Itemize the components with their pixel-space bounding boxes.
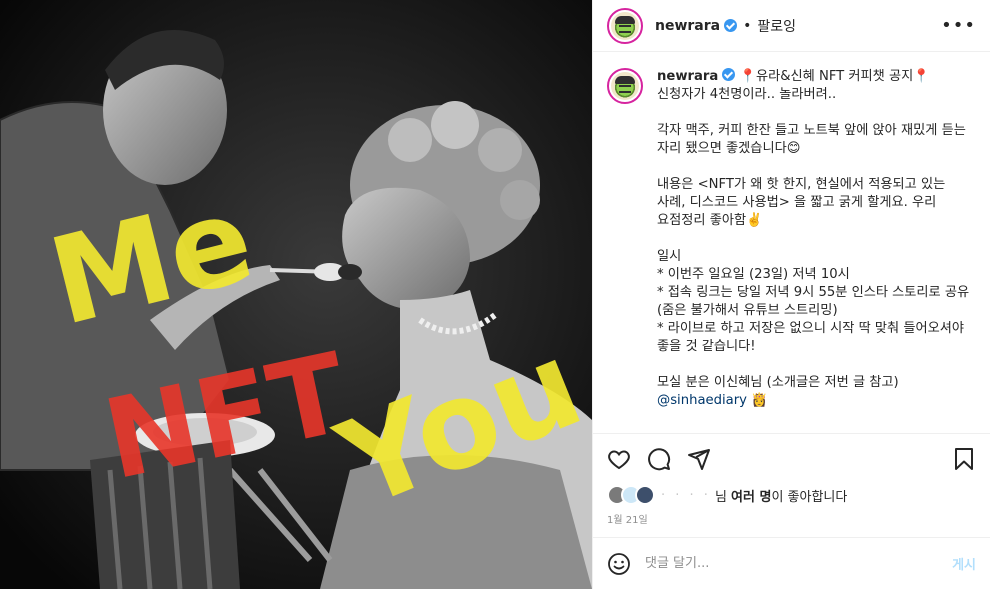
post-dialog: Me NFT You newrara • 팔로잉 ••• newrara 📍유라… — [0, 0, 990, 589]
post-date[interactable]: 1월 21일 — [593, 507, 990, 537]
author-username[interactable]: newrara — [655, 18, 720, 34]
comment-icon[interactable] — [647, 447, 671, 471]
smile-icon[interactable] — [607, 552, 631, 576]
likes-tail-text: 이 좋아합니다 — [771, 489, 848, 505]
action-bar — [593, 433, 990, 483]
following-button[interactable]: 팔로잉 — [757, 16, 796, 36]
liker-name-redacted: · · · · — [661, 487, 711, 503]
post-comment-button[interactable]: 게시 — [952, 554, 976, 573]
liker-avatars[interactable] — [607, 485, 655, 505]
likes-others-link[interactable]: 여러 명 — [731, 486, 771, 505]
more-horizontal-icon[interactable]: ••• — [941, 15, 976, 36]
caption-text: 📍유라&신혜 NFT 커피챗 공지📍 신청자가 4천명이라.. 놀라버려.. 각… — [657, 69, 970, 390]
share-icon[interactable] — [687, 447, 711, 471]
comment-input[interactable] — [645, 556, 953, 571]
liker-avatar[interactable] — [635, 485, 655, 505]
post-caption: newrara 📍유라&신혜 NFT 커피챗 공지📍 신청자가 4천명이라.. … — [657, 68, 976, 433]
header-separator: • — [743, 17, 752, 34]
liker-name-suffix: 님 — [714, 489, 727, 505]
caption-username[interactable]: newrara — [657, 69, 718, 84]
caption-verified-badge-icon — [722, 68, 736, 81]
heart-icon[interactable] — [607, 447, 631, 471]
comments-area[interactable]: newrara 📍유라&신혜 NFT 커피챗 공지📍 신청자가 4천명이라.. … — [593, 52, 990, 433]
post-side-panel: newrara • 팔로잉 ••• newrara 📍유라&신혜 NFT 커피챗… — [592, 0, 990, 589]
comment-composer: 게시 — [593, 537, 990, 589]
post-header: newrara • 팔로잉 ••• — [593, 0, 990, 52]
post-photo[interactable]: Me NFT You — [0, 0, 592, 589]
photo-illustration: Me NFT You — [0, 0, 592, 589]
likes-summary[interactable]: · · · · 님 여러 명이 좋아합니다 — [593, 483, 990, 507]
verified-badge-icon — [724, 19, 738, 32]
caption-author-avatar[interactable] — [607, 68, 643, 104]
caption-mention-suffix: 👸 — [746, 393, 768, 408]
author-avatar[interactable] — [607, 7, 643, 44]
bookmark-icon[interactable] — [952, 447, 976, 471]
caption-mention-link[interactable]: @sinhaediary — [657, 393, 747, 408]
